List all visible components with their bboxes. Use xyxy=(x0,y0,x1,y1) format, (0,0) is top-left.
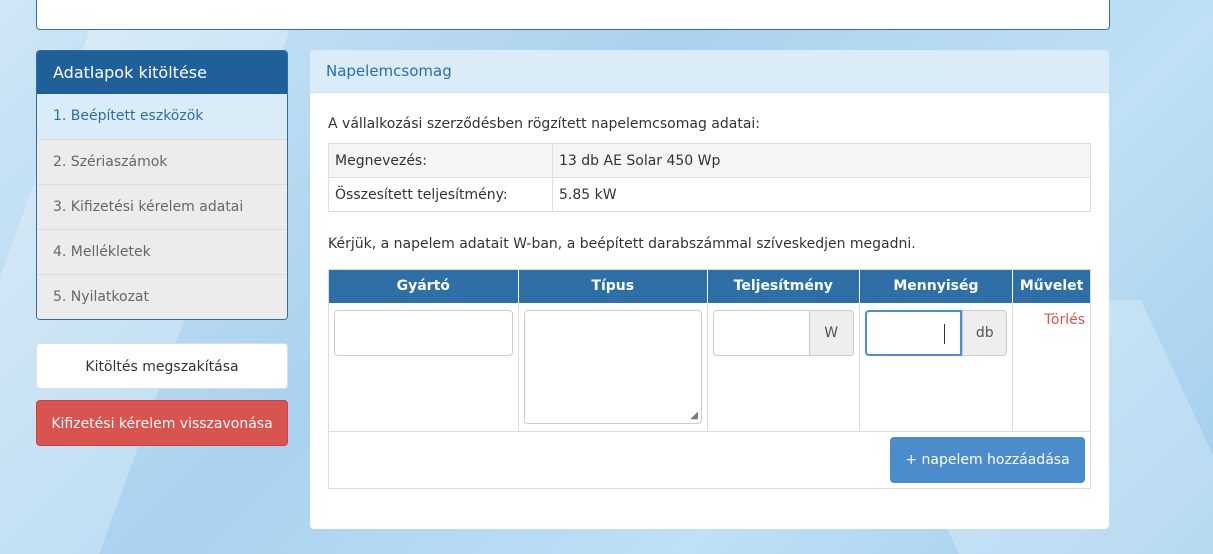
quantity-cell: db xyxy=(860,303,1014,431)
cancel-filling-button[interactable]: Kitöltés megszakítása xyxy=(36,343,288,389)
sidebar: Adatlapok kitöltése 1. Beépített eszközö… xyxy=(36,50,288,320)
sidebar-item-installed-devices[interactable]: 1. Beépített eszközök xyxy=(37,94,287,139)
col-quantity: Mennyiség xyxy=(860,270,1014,303)
info-value: 13 db AE Solar 450 Wp xyxy=(552,143,1091,178)
top-container xyxy=(36,0,1110,30)
col-action: Művelet xyxy=(1019,278,1084,294)
quantity-input-group: db xyxy=(864,310,1008,356)
table-row: Megnevezés: 13 db AE Solar 450 Wp xyxy=(328,143,1091,178)
table-row: ◢ W db Törlés xyxy=(329,303,1090,432)
power-input-group: W xyxy=(713,310,854,356)
package-info-table: Megnevezés: 13 db AE Solar 450 Wp Összes… xyxy=(328,143,1091,212)
info-label: Megnevezés: xyxy=(328,143,553,178)
type-textarea[interactable]: ◢ xyxy=(523,310,702,424)
sidebar-item-declaration[interactable]: 5. Nyilatkozat xyxy=(37,274,287,319)
request-text: Kérjük, a napelem adatait W-ban, a beépí… xyxy=(328,236,916,252)
manufacturer-input[interactable] xyxy=(334,310,513,356)
col-power: Teljesítmény xyxy=(708,270,860,303)
quantity-unit: db xyxy=(962,310,1008,356)
table-row: Összesített teljesítmény: 5.85 kW xyxy=(328,177,1091,212)
sidebar-item-payment-request[interactable]: 3. Kifizetési kérelem adatai xyxy=(37,184,287,229)
col-manufacturer: Gyártó xyxy=(329,270,519,303)
add-panel-button[interactable]: + napelem hozzáadása xyxy=(890,437,1085,483)
power-input[interactable] xyxy=(713,310,809,356)
text-caret xyxy=(943,324,945,344)
action-cell: Törlés xyxy=(1013,303,1090,431)
type-cell: ◢ xyxy=(519,303,708,431)
panel-title: Napelemcsomag xyxy=(310,50,1109,93)
panel-entry-table: Gyártó Típus Teljesítmény Mennyiség Műve… xyxy=(328,269,1091,489)
col-type: Típus xyxy=(519,270,708,303)
intro-text: A vállalkozási szerződésben rögzített na… xyxy=(328,116,761,132)
manufacturer-cell xyxy=(329,303,519,431)
power-unit: W xyxy=(808,310,854,356)
delete-link[interactable]: Törlés xyxy=(1018,312,1085,328)
resize-handle-icon[interactable]: ◢ xyxy=(690,410,698,421)
revoke-request-button[interactable]: Kifizetési kérelem visszavonása xyxy=(36,400,288,446)
sidebar-item-attachments[interactable]: 4. Mellékletek xyxy=(37,229,287,274)
solar-package-panel: Napelemcsomag A vállalkozási szerződésbe… xyxy=(310,50,1109,529)
info-label: Összesített teljesítmény: xyxy=(328,177,553,212)
quantity-input[interactable] xyxy=(864,310,963,356)
info-value: 5.85 kW xyxy=(552,177,1091,212)
sidebar-item-serial-numbers[interactable]: 2. Szériaszámok xyxy=(37,139,287,184)
table-header: Gyártó Típus Teljesítmény Mennyiség Műve… xyxy=(329,270,1090,303)
power-cell: W xyxy=(708,303,860,431)
sidebar-title: Adatlapok kitöltése xyxy=(37,51,287,94)
